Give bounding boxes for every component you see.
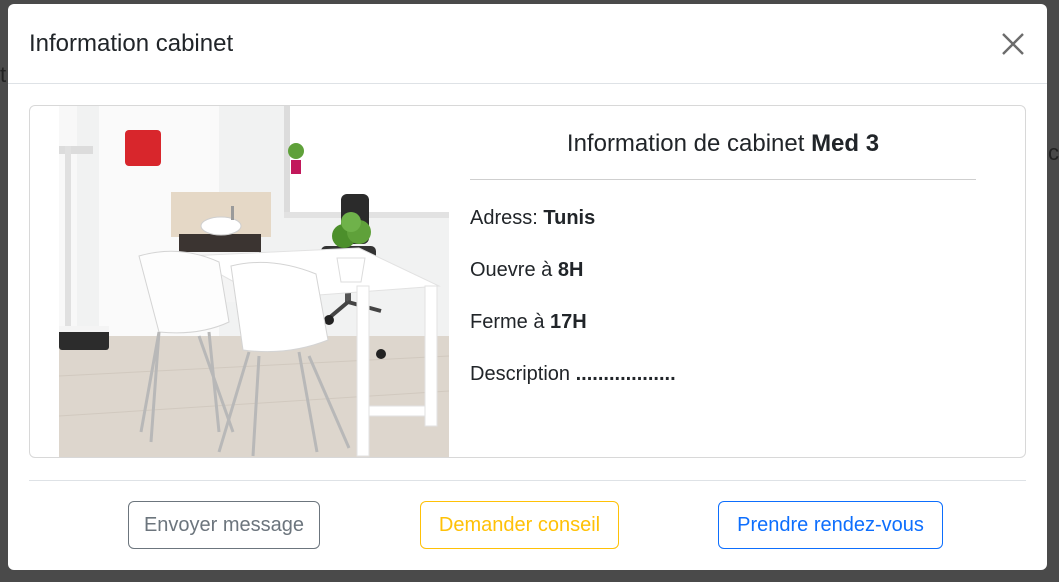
address-value: Tunis xyxy=(543,207,596,229)
cabinet-info: Information de cabinet Med 3 Adress: Tun… xyxy=(470,106,976,385)
description-row: Description .................. xyxy=(470,363,676,386)
description-value: .................. xyxy=(575,363,676,385)
close-button[interactable] xyxy=(993,24,1033,64)
modal-header: Information cabinet xyxy=(8,4,1047,84)
closing-row: Ferme à 17H xyxy=(470,311,587,334)
office-room-illustration xyxy=(59,106,449,457)
cabinet-heading: Information de cabinet Med 3 xyxy=(470,130,976,180)
opening-value: 8H xyxy=(557,259,584,281)
ask-advice-button[interactable]: Demander conseil xyxy=(420,501,619,549)
cabinet-card: Information de cabinet Med 3 Adress: Tun… xyxy=(29,105,1026,458)
cabinet-heading-prefix: Information de cabinet xyxy=(566,130,805,157)
address-label: Adress: xyxy=(470,207,538,229)
cabinet-info-modal: Information cabinet Information de cabin… xyxy=(8,4,1047,570)
closing-value: 17H xyxy=(550,311,587,333)
close-icon xyxy=(1002,32,1024,55)
modal-title: Information cabinet xyxy=(29,29,234,57)
footer-divider xyxy=(29,480,1026,481)
book-appointment-button[interactable]: Prendre rendez-vous xyxy=(718,501,943,549)
address-row: Adress: Tunis xyxy=(470,207,595,230)
send-message-button[interactable]: Envoyer message xyxy=(128,501,320,549)
office-photo xyxy=(59,106,449,457)
closing-label: Ferme à xyxy=(470,311,545,333)
opening-row: Ouevre à 8H xyxy=(470,259,583,282)
description-label: Description xyxy=(470,363,571,385)
backdrop-fragment-left: t xyxy=(0,62,7,87)
opening-label: Ouevre à xyxy=(470,259,553,281)
cabinet-name: Med 3 xyxy=(811,130,880,157)
backdrop-fragment-right: c xyxy=(1048,140,1059,165)
